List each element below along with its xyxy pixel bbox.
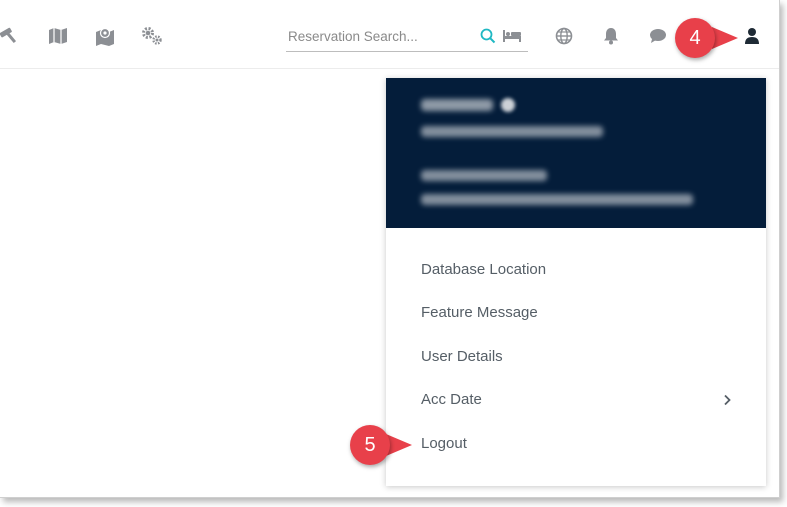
hammer-icon[interactable] bbox=[0, 27, 22, 45]
menu-item-label: User Details bbox=[421, 348, 503, 365]
top-toolbar bbox=[0, 0, 779, 69]
redacted-ip-address bbox=[421, 126, 603, 137]
callout-step-5: 5 bbox=[350, 425, 420, 467]
menu-item-user-details[interactable]: User Details bbox=[421, 343, 751, 371]
bell-icon[interactable] bbox=[603, 27, 619, 45]
redacted-status-icon bbox=[501, 98, 515, 112]
menu-item-acc-date[interactable]: Acc Date bbox=[421, 386, 751, 414]
redacted-location bbox=[421, 170, 547, 181]
menu-item-label: Feature Message bbox=[421, 304, 538, 321]
callout-number: 5 bbox=[364, 433, 376, 456]
redacted-session bbox=[421, 194, 693, 205]
menu-item-database-location[interactable]: Database Location bbox=[421, 256, 751, 284]
gears-icon[interactable] bbox=[141, 27, 163, 45]
callout-badge: 4 bbox=[675, 18, 715, 58]
chevron-right-icon bbox=[721, 394, 733, 406]
menu-item-logout[interactable]: Logout bbox=[421, 430, 751, 458]
user-menu-dropdown: Database Location Feature Message User D… bbox=[386, 78, 766, 486]
map-marker-icon[interactable] bbox=[95, 26, 115, 46]
map-icon[interactable] bbox=[48, 27, 68, 45]
user-info-header bbox=[386, 78, 766, 228]
bed-icon[interactable] bbox=[502, 29, 522, 43]
reservation-search-input[interactable] bbox=[288, 26, 468, 46]
menu-item-label: Acc Date bbox=[421, 391, 482, 408]
reservation-search bbox=[286, 22, 528, 52]
globe-icon[interactable] bbox=[555, 27, 573, 45]
user-icon[interactable] bbox=[744, 27, 760, 45]
menu-item-feature-message[interactable]: Feature Message bbox=[421, 299, 751, 327]
app-window: 4 Database Location Feature Message User… bbox=[0, 0, 780, 498]
menu-item-label: Database Location bbox=[421, 261, 547, 278]
callout-badge: 5 bbox=[350, 425, 390, 465]
callout-step-4: 4 bbox=[674, 17, 744, 59]
menu-item-label: Logout bbox=[421, 435, 467, 452]
chat-icon[interactable] bbox=[649, 28, 667, 44]
search-icon[interactable] bbox=[480, 28, 496, 44]
callout-number: 4 bbox=[689, 26, 701, 49]
redacted-username bbox=[421, 99, 493, 111]
